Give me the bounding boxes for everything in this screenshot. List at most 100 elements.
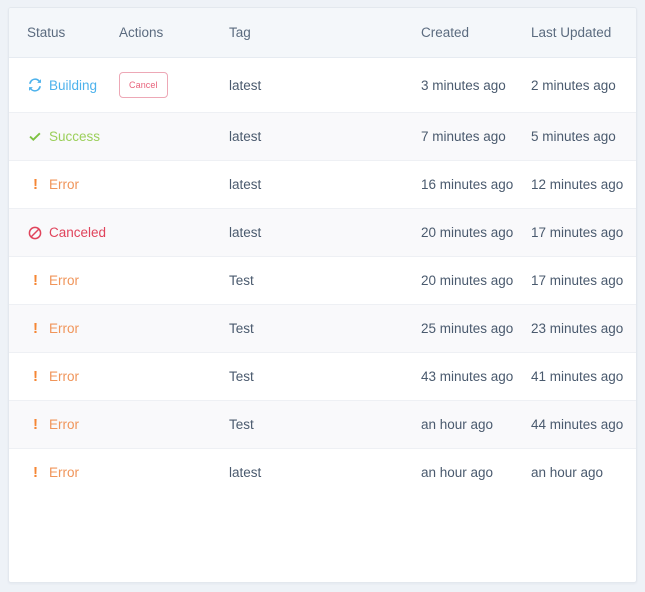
cell-last-updated: 41 minutes ago [531, 353, 636, 401]
cell-actions [119, 161, 229, 209]
created-timestamp: an hour ago [421, 465, 494, 480]
last-updated-timestamp: 2 minutes ago [531, 77, 616, 93]
created-timestamp: 16 minutes ago [421, 177, 514, 192]
cell-tag: latest [229, 449, 421, 497]
cell-status: ! Error [9, 161, 119, 209]
column-header-last-updated[interactable]: Last Updated [531, 8, 636, 58]
sync-icon [27, 78, 42, 93]
exclamation-icon: ! [27, 177, 42, 192]
cell-actions [119, 113, 229, 161]
cell-tag: latest [229, 209, 421, 257]
status-label: Success [49, 129, 101, 144]
cell-tag: Test [229, 305, 421, 353]
created-timestamp: 43 minutes ago [421, 369, 514, 384]
status-label: Error [49, 417, 79, 432]
cell-created: an hour ago [421, 401, 531, 449]
cell-last-updated: 2 minutes ago [531, 58, 636, 113]
status-label: Error [49, 321, 79, 336]
table-row[interactable]: ! Error Test an hour ago 44 minutes ago [9, 400, 636, 449]
table-row[interactable]: ! Error Test 20 minutes ago 17 minutes ago [9, 256, 636, 305]
exclamation-glyph: ! [33, 272, 38, 289]
status-badge: ! Error [27, 271, 113, 290]
cell-status: Success [9, 113, 119, 161]
exclamation-glyph: ! [33, 368, 38, 385]
last-updated-timestamp: an hour ago [531, 465, 604, 480]
exclamation-icon: ! [27, 273, 42, 288]
exclamation-glyph: ! [33, 320, 38, 337]
status-badge: Canceled [27, 223, 113, 242]
created-timestamp: 20 minutes ago [421, 273, 514, 288]
cell-last-updated: 5 minutes ago [531, 113, 636, 161]
cell-created: 16 minutes ago [421, 161, 531, 209]
cell-actions [119, 353, 229, 401]
last-updated-timestamp: 17 minutes ago [531, 273, 624, 288]
cell-actions: Cancel [119, 58, 229, 113]
cell-status: ! Error [9, 353, 119, 401]
created-timestamp: an hour ago [421, 417, 494, 432]
cell-status: ! Error [9, 449, 119, 497]
status-label: Error [49, 177, 79, 192]
column-header-created[interactable]: Created [421, 8, 531, 58]
cell-tag: latest [229, 161, 421, 209]
status-label: Canceled [49, 225, 107, 240]
created-timestamp: 20 minutes ago [421, 225, 514, 240]
cell-status: ! Error [9, 401, 119, 449]
exclamation-glyph: ! [33, 416, 38, 433]
last-updated-timestamp: 17 minutes ago [531, 225, 624, 240]
table-header: Status Actions Tag Created Last Updated [9, 8, 636, 58]
last-updated-timestamp: 5 minutes ago [531, 129, 616, 144]
column-header-tag[interactable]: Tag [229, 8, 421, 58]
cell-created: 3 minutes ago [421, 58, 531, 113]
status-label: Error [49, 465, 79, 480]
column-header-actions[interactable]: Actions [119, 8, 229, 58]
table-row[interactable]: Canceled latest 20 minutes ago 17 minutes a… [9, 208, 636, 257]
last-updated-timestamp: 41 minutes ago [531, 369, 624, 384]
cell-last-updated: 17 minutes ago [531, 257, 636, 305]
tag-label: Test [229, 417, 254, 432]
cell-actions [119, 401, 229, 449]
created-timestamp: 25 minutes ago [421, 321, 514, 336]
table-header-row: Status Actions Tag Created Last Updated [9, 8, 636, 58]
status-badge: ! Error [27, 463, 113, 482]
exclamation-icon: ! [27, 369, 42, 384]
cell-actions [119, 305, 229, 353]
last-updated-timestamp: 23 minutes ago [531, 321, 624, 336]
cell-tag: Test [229, 257, 421, 305]
table-row[interactable]: Success latest 7 minutes ago 5 minutes ago [9, 112, 636, 161]
cell-status: ! Error [9, 305, 119, 353]
cell-tag: latest [229, 113, 421, 161]
tag-label: latest [229, 225, 262, 240]
cell-tag: Test [229, 401, 421, 449]
exclamation-glyph: ! [33, 176, 38, 193]
tag-label: latest [229, 177, 262, 192]
exclamation-icon: ! [27, 321, 42, 336]
cell-tag: Test [229, 353, 421, 401]
table-row[interactable]: ! Error Test 25 minutes ago 23 minutes ago [9, 304, 636, 353]
status-label: Error [49, 369, 79, 384]
table-row[interactable]: ! Error Test 43 minutes ago 41 minutes ago [9, 352, 636, 401]
status-badge: ! Error [27, 175, 113, 194]
table-row[interactable]: ! Error latest 16 minutes ago 12 minutes ago [9, 160, 636, 209]
build-history-table: Status Actions Tag Created Last Updated … [9, 8, 636, 497]
cell-last-updated: 44 minutes ago [531, 401, 636, 449]
cell-actions [119, 209, 229, 257]
cancel-button[interactable]: Cancel [119, 72, 168, 98]
table-row[interactable]: ! Error latest an hour ago an hour ago [9, 448, 636, 497]
tag-label: latest [229, 465, 262, 480]
last-updated-timestamp: 44 minutes ago [531, 417, 624, 432]
cell-last-updated: 17 minutes ago [531, 209, 636, 257]
table-row[interactable]: Building Cancel latest 3 minutes ago 2 minut… [9, 57, 636, 113]
cell-actions [119, 449, 229, 497]
created-timestamp: 3 minutes ago [421, 77, 506, 93]
status-badge: Building [27, 76, 113, 95]
tag-label: Test [229, 321, 254, 336]
table-body: Building Cancel latest 3 minutes ago 2 minut… [9, 57, 636, 497]
cell-created: 20 minutes ago [421, 209, 531, 257]
status-badge: Success [27, 127, 113, 146]
check-icon [27, 129, 42, 144]
column-header-status[interactable]: Status [9, 8, 119, 58]
cell-last-updated: an hour ago [531, 449, 636, 497]
exclamation-icon: ! [27, 417, 42, 432]
cell-last-updated: 23 minutes ago [531, 305, 636, 353]
tag-label: latest [229, 129, 262, 144]
